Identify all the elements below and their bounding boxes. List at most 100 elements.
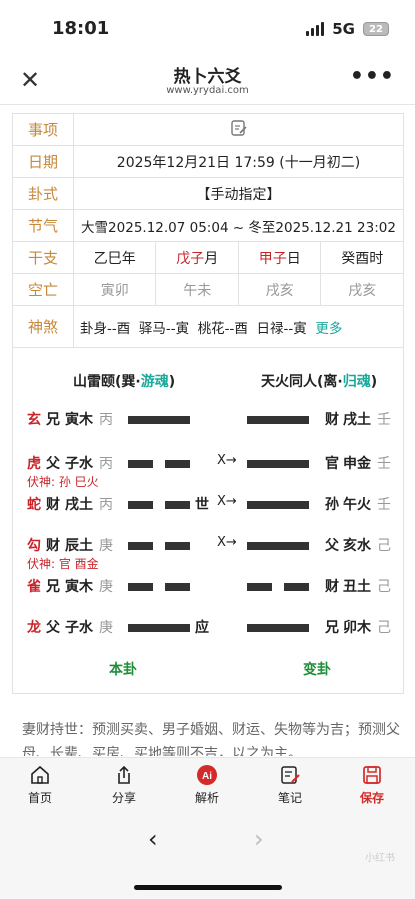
bian-liuqin: 兄 (325, 620, 339, 636)
bian-ganzhi: 卯木 (343, 620, 371, 636)
bian-tiangan: 己 (377, 538, 391, 554)
bian-ganzhi: 申金 (343, 456, 371, 472)
bian-ganzhi: 午火 (343, 497, 371, 513)
liuqin: 父 (46, 620, 60, 636)
signal-icon (306, 22, 325, 36)
ben-yin-line (128, 501, 153, 509)
bian-ganzhi: 丑土 (343, 579, 371, 595)
tab-save[interactable]: 保存 (342, 764, 402, 806)
ganzhi: 寅木 (65, 579, 93, 595)
note-icon (281, 766, 300, 784)
liushen: 玄 (27, 412, 41, 428)
moving-mark: X→ (217, 494, 237, 509)
tiangan: 丙 (99, 497, 113, 513)
battery-icon: 22 (363, 22, 389, 36)
kongwang-day: 戌亥 (237, 273, 322, 306)
ben-yin-line (128, 460, 153, 468)
liushen: 蛇 (27, 497, 41, 513)
save-icon (363, 766, 381, 784)
bian-gua-title: 天火同人(离·归魂) (261, 374, 378, 390)
liushen: 雀 (27, 579, 41, 595)
edit-cell[interactable] (73, 113, 404, 146)
liuqin: 兄 (46, 412, 60, 428)
yao-row: 玄兄寅木丙 财戌土壬 (13, 409, 405, 429)
bian-yang-line (247, 624, 309, 632)
bian-tiangan: 壬 (377, 412, 391, 428)
tab-bar: 首页 分享 Ai 解析 笔记 保存 (0, 757, 415, 814)
fushen-1: 伏神: 孙 巳火 (27, 475, 99, 489)
back-arrow-icon[interactable]: ‹ (148, 825, 158, 853)
shensha-label: 神煞 (12, 305, 74, 348)
yao-row: 龙父子水庚 应 兄卯木己 (13, 617, 405, 637)
shensha-value: 卦身--酉 驿马--寅 桃花--酉 日禄--寅 更多 (73, 305, 404, 348)
ben-yin-line (165, 542, 190, 550)
home-icon (31, 765, 49, 784)
kongwang-hour: 戌亥 (320, 273, 404, 306)
tiangan: 庚 (99, 579, 113, 595)
tab-notes[interactable]: 笔记 (260, 764, 320, 806)
tab-home[interactable]: 首页 (10, 764, 70, 806)
ganzhi-hour: 癸酉时 (320, 241, 404, 274)
bian-liuqin: 财 (325, 412, 339, 428)
tab-share[interactable]: 分享 (94, 764, 154, 806)
yao-row: 虎父子水丙 X→ 官申金壬 (13, 453, 405, 473)
ben-gua-label: 本卦 (109, 662, 137, 678)
ganzhi-day: 甲子日 (237, 241, 322, 274)
more-button[interactable]: ••• (350, 64, 395, 89)
gua-panel: 山雷颐(巽·游魂) 天火同人(离·归魂) 玄兄寅木丙财戌土壬虎父子水丙 X→ 官申金… (12, 347, 404, 694)
tiangan: 丙 (99, 456, 113, 472)
shi-ying-mark: 世 (195, 497, 209, 513)
edit-icon[interactable] (230, 119, 248, 137)
ganzhi: 辰土 (65, 538, 93, 554)
kongwang-year: 寅卯 (72, 273, 157, 306)
shi-ying-mark: 应 (195, 620, 209, 636)
ganzhi: 子水 (65, 620, 93, 636)
ben-yin-line (165, 460, 190, 468)
guashi-value: 【手动指定】 (73, 177, 404, 210)
fushen-2: 伏神: 官 酉金 (27, 557, 99, 571)
bian-liuqin: 孙 (325, 497, 339, 513)
jieqi-label: 节气 (12, 209, 74, 242)
tiangan: 庚 (99, 538, 113, 554)
bian-yang-line (247, 460, 309, 468)
shixiang-label: 事项 (12, 113, 74, 146)
home-indicator (134, 885, 282, 890)
tiangan: 庚 (99, 620, 113, 636)
ganzhi-year: 乙巳年 (72, 241, 157, 274)
info-table: 事项 日期 2025年12月21日 17:59 (十一月初二) 卦式 【手动指定… (12, 113, 404, 348)
bian-tiangan: 壬 (377, 497, 391, 513)
bian-liuqin: 官 (325, 456, 339, 472)
yao-row: 蛇财戌土丙 世 X→ 孙午火壬 (13, 494, 405, 514)
bian-gua-label: 变卦 (303, 662, 331, 678)
ganzhi: 寅木 (65, 412, 93, 428)
kongwang-label: 空亡 (12, 273, 74, 306)
bian-tiangan: 壬 (377, 456, 391, 472)
forward-arrow-icon[interactable]: › (254, 825, 264, 853)
ben-yin-line (128, 542, 153, 550)
liuqin: 父 (46, 456, 60, 472)
liuqin: 财 (46, 538, 60, 554)
tab-analysis[interactable]: Ai 解析 (177, 764, 237, 806)
ben-yin-line (165, 501, 190, 509)
ben-yin-line (128, 583, 153, 591)
guashi-label: 卦式 (12, 177, 74, 210)
ganzhi: 戌土 (65, 497, 93, 513)
bian-tiangan: 己 (377, 579, 391, 595)
watermark: 小红书 (365, 853, 395, 864)
interpretation-text: 妻财持世：预测买卖、男子婚姻、财运、失物等为吉；预测父母、长辈、买房、买地等则不… (22, 722, 400, 756)
share-icon (118, 765, 130, 784)
moving-mark: X→ (217, 453, 237, 468)
network-label: 5G (332, 20, 355, 38)
svg-text:Ai: Ai (202, 771, 212, 782)
ganzhi-label: 干支 (12, 241, 74, 274)
shensha-more-link[interactable]: 更多 (315, 321, 342, 337)
nav-bar: ✕ 热卜六爻 www.yrydai.com ••• (0, 56, 415, 105)
status-time: 18:01 (52, 18, 110, 39)
bian-tiangan: 己 (377, 620, 391, 636)
ganzhi: 子水 (65, 456, 93, 472)
browser-bottom-bar: ‹ › 小红书 (0, 813, 415, 899)
ben-yin-line (165, 583, 190, 591)
ben-yang-line (128, 624, 190, 632)
ben-gua-title: 山雷颐(巽·游魂) (73, 374, 176, 390)
bian-yang-line (247, 542, 309, 550)
